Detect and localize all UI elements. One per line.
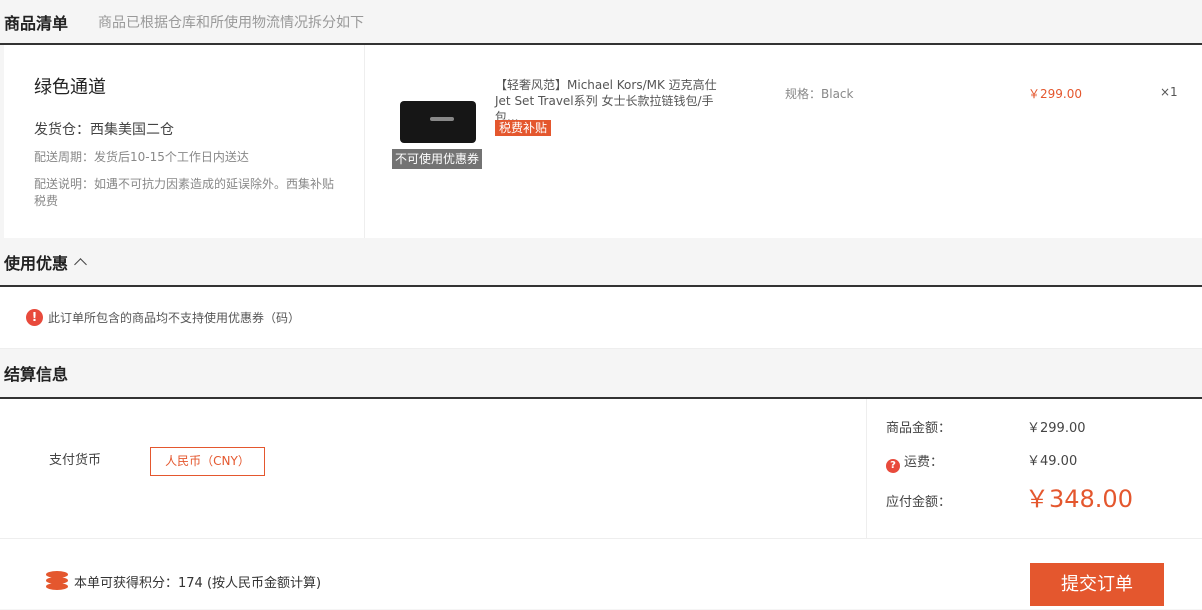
shipping-value: ￥49.00	[1027, 454, 1078, 469]
goods-item-row: 不可使用优惠券 【轻奢风范】Michael Kors/MK 迈克高仕 Jet S…	[364, 45, 1202, 238]
coupon-message: 此订单所包含的商品均不支持使用优惠券（码）	[48, 311, 301, 325]
coupon-notice: ! 此订单所包含的商品均不支持使用优惠券（码）	[0, 287, 1202, 349]
question-icon[interactable]: ?	[886, 459, 900, 473]
goods-amount-label: 商品金额：	[886, 421, 952, 436]
settlement-panel: 支付货币 人民币（CNY） 商品金额： ￥299.00 ? 运费： ￥49.00 …	[0, 399, 1202, 539]
order-footer: 本单可获得积分：174 (按人民币金额计算) 提交订单	[0, 539, 1202, 609]
goods-list-subtitle: 商品已根据仓库和所使用物流情况拆分如下	[98, 14, 365, 31]
goods-list-header: 商品清单 商品已根据仓库和所使用物流情况拆分如下	[0, 0, 1202, 45]
shipping-label: 运费：	[904, 455, 944, 470]
chevron-up-icon[interactable]	[74, 258, 87, 271]
product-quantity: ×1	[1160, 85, 1178, 99]
shipping-row: ? 运费：	[886, 451, 943, 473]
tax-subsidy-badge: 税费补贴	[495, 120, 552, 136]
coupon-title: 使用优惠	[4, 253, 69, 273]
currency-option[interactable]: 人民币（CNY）	[150, 447, 265, 476]
product-image[interactable]: 不可使用优惠券	[392, 77, 482, 169]
total-amount: ￥348.00	[1025, 485, 1133, 513]
delivery-note: 配送说明：如遇不可抗力因素造成的延误除外。西集补贴税费	[34, 177, 335, 208]
coupon-header[interactable]: 使用优惠	[0, 238, 1202, 287]
no-coupon-label: 不可使用优惠券	[392, 149, 482, 169]
coins-icon	[46, 571, 68, 591]
amount-summary: 商品金额： ￥299.00 ? 运费： ￥49.00 应付金额： ￥348.00	[866, 399, 1202, 538]
warehouse-info: 绿色通道 发货仓：西集美国二仓 配送周期：发货后10-15个工作日内送达 配送说…	[4, 45, 364, 238]
product-price: ￥299.00	[1028, 87, 1082, 101]
total-label: 应付金额：	[886, 495, 952, 510]
settlement-title: 结算信息	[4, 365, 69, 384]
delivery-period: 配送周期：发货后10-15个工作日内送达	[34, 150, 249, 164]
channel-title: 绿色通道	[34, 77, 106, 98]
wallet-picture	[400, 101, 476, 143]
goods-panel: 绿色通道 发货仓：西集美国二仓 配送周期：发货后10-15个工作日内送达 配送说…	[0, 45, 1202, 238]
currency-label: 支付货币	[49, 453, 102, 468]
product-name-link[interactable]: 【轻奢风范】Michael Kors/MK 迈克高仕 Jet Set Trave…	[495, 77, 735, 125]
settlement-header: 结算信息	[0, 349, 1202, 399]
currency-section: 支付货币 人民币（CNY）	[0, 399, 866, 538]
warehouse-name: 发货仓：西集美国二仓	[34, 122, 174, 138]
goods-amount-value: ￥299.00	[1027, 421, 1086, 436]
wallet-logo	[430, 117, 454, 121]
product-spec: 规格：Black	[785, 87, 854, 101]
exclamation-icon: !	[26, 309, 43, 326]
submit-order-button[interactable]: 提交订单	[1030, 563, 1164, 606]
points-info: 本单可获得积分：174 (按人民币金额计算)	[74, 576, 322, 591]
goods-list-title: 商品清单	[4, 13, 69, 33]
